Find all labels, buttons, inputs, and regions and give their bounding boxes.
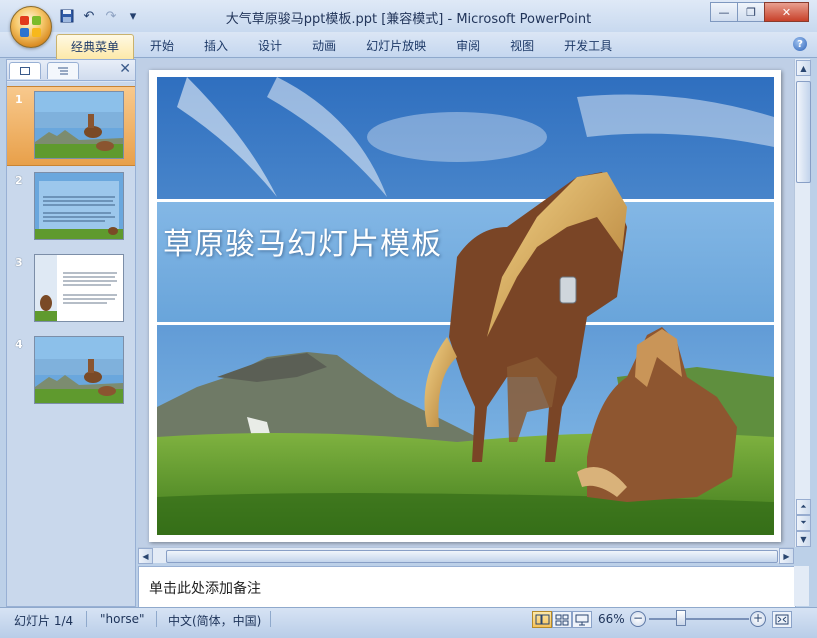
chevron-down-icon: ▾ <box>129 8 137 24</box>
minus-icon: − <box>632 611 644 625</box>
double-chevron-up-icon: ⏶ <box>800 502 807 511</box>
next-slide-button[interactable]: ⏷ <box>796 515 811 531</box>
thumbnail-image <box>34 254 124 322</box>
slide-canvas[interactable]: 草原骏马幻灯片模板 <box>157 77 774 535</box>
notes-scrollbar[interactable] <box>794 566 809 606</box>
restore-icon: ❐ <box>746 5 756 19</box>
slide-sorter-icon <box>555 614 569 626</box>
horizontal-scrollbar[interactable]: ◀ ▶ <box>138 547 794 564</box>
zoom-slider-track[interactable] <box>649 618 749 620</box>
slide-background-image <box>157 77 774 535</box>
restore-button[interactable]: ❐ <box>737 2 765 22</box>
vertical-scrollbar[interactable]: ▲ ⏶ ⏷ ▼ <box>794 59 811 547</box>
redo-icon: ↷ <box>105 8 117 24</box>
undo-icon: ↶ <box>83 8 95 24</box>
vertical-scroll-thumb[interactable] <box>796 81 811 183</box>
tab-animations[interactable]: 动画 <box>298 34 350 59</box>
thumbnail-list: 1 2 3 4 <box>7 82 135 606</box>
previous-slide-button[interactable]: ⏶ <box>796 499 811 515</box>
tab-home[interactable]: 开始 <box>136 34 188 59</box>
arrow-down-icon: ▼ <box>800 534 807 544</box>
double-chevron-down-icon: ⏷ <box>800 518 807 527</box>
thumbnail-number: 4 <box>15 338 23 351</box>
normal-view-button[interactable] <box>532 611 552 628</box>
tab-design[interactable]: 设计 <box>244 34 296 59</box>
tab-slide-show[interactable]: 幻灯片放映 <box>352 34 440 59</box>
notes-pane[interactable]: 单击此处添加备注 <box>138 566 796 608</box>
slide-counter: 幻灯片 1/4 <box>14 614 74 628</box>
fit-window-icon <box>775 614 789 625</box>
thumbnail-number: 3 <box>15 256 23 269</box>
tab-developer[interactable]: 开发工具 <box>550 34 626 59</box>
notes-placeholder[interactable]: 单击此处添加备注 <box>149 578 261 598</box>
zoom-out-button[interactable]: − <box>630 611 646 627</box>
zoom-level[interactable]: 66% <box>598 612 625 626</box>
tab-review[interactable]: 审阅 <box>442 34 494 59</box>
tab-outline[interactable] <box>47 62 79 79</box>
scroll-up-button[interactable]: ▲ <box>796 60 811 76</box>
slide-icon <box>20 67 30 75</box>
undo-button[interactable]: ↶ <box>80 7 98 25</box>
slide-sorter-view-button[interactable] <box>552 611 572 628</box>
status-bar: 幻灯片 1/4 "horse" 中文(简体，中国) 66% − + <box>0 607 817 638</box>
slides-pane: ✕ 1 2 3 4 <box>6 59 136 607</box>
scroll-right-button[interactable]: ▶ <box>779 548 794 564</box>
thumbnail-image <box>34 91 124 159</box>
pane-tabs: ✕ <box>7 60 135 81</box>
thumbnail-image <box>34 172 124 240</box>
zoom-in-button[interactable]: + <box>750 611 766 627</box>
customize-qat-button[interactable]: ▾ <box>124 7 142 25</box>
save-icon <box>60 9 74 23</box>
scroll-down-button[interactable]: ▼ <box>796 531 811 547</box>
close-pane-icon[interactable]: ✕ <box>119 61 131 77</box>
ribbon-tabs: 经典菜单 开始 插入 设计 动画 幻灯片放映 审阅 视图 开发工具 <box>56 34 628 59</box>
close-icon: ✕ <box>781 5 792 19</box>
tab-insert[interactable]: 插入 <box>190 34 242 59</box>
thumbnail-slide-2[interactable]: 2 <box>7 168 135 246</box>
normal-view-icon <box>535 614 550 625</box>
title-bar: 大气草原骏马ppt模板.ppt [兼容模式] - Microsoft Power… <box>0 0 817 33</box>
slide-show-view-button[interactable] <box>572 611 592 628</box>
tab-slides[interactable] <box>9 62 41 79</box>
fit-to-window-button[interactable] <box>772 611 792 628</box>
quick-access-toolbar: ↶ ↷ ▾ <box>58 6 142 26</box>
thumbnail-slide-1[interactable]: 1 <box>7 86 135 166</box>
arrow-up-icon: ▲ <box>800 63 807 73</box>
slide-title[interactable]: 草原骏马幻灯片模板 <box>163 219 442 263</box>
language-indicator[interactable]: 中文(简体，中国) <box>168 612 261 629</box>
redo-button[interactable]: ↷ <box>102 7 120 25</box>
theme-name: "horse" <box>100 612 145 626</box>
slide-show-icon <box>575 614 589 626</box>
arrow-left-icon: ◀ <box>142 551 149 561</box>
minimize-icon: — <box>718 5 730 19</box>
zoom-slider-handle[interactable] <box>676 610 686 626</box>
thumbnail-number: 2 <box>15 174 23 187</box>
office-button[interactable] <box>10 6 52 48</box>
help-icon[interactable]: ? <box>793 37 807 51</box>
close-button[interactable]: ✕ <box>764 2 809 22</box>
plus-icon: + <box>752 611 764 625</box>
tab-classic-menu[interactable]: 经典菜单 <box>56 34 135 59</box>
thumbnail-number: 1 <box>15 93 23 106</box>
horizontal-scroll-thumb[interactable] <box>166 550 778 563</box>
ribbon-tab-bar: 经典菜单 开始 插入 设计 动画 幻灯片放映 审阅 视图 开发工具 ? <box>0 32 817 59</box>
tab-view[interactable]: 视图 <box>496 34 548 59</box>
office-logo-icon <box>20 16 42 38</box>
window-controls: — ❐ ✕ <box>710 2 809 22</box>
scroll-left-button[interactable]: ◀ <box>138 548 153 564</box>
arrow-right-icon: ▶ <box>783 551 790 561</box>
minimize-button[interactable]: — <box>710 2 738 22</box>
thumbnail-image <box>34 336 124 404</box>
save-button[interactable] <box>58 7 76 25</box>
thumbnail-slide-4[interactable]: 4 <box>7 332 135 410</box>
thumbnail-slide-3[interactable]: 3 <box>7 250 135 328</box>
outline-icon <box>58 67 68 75</box>
